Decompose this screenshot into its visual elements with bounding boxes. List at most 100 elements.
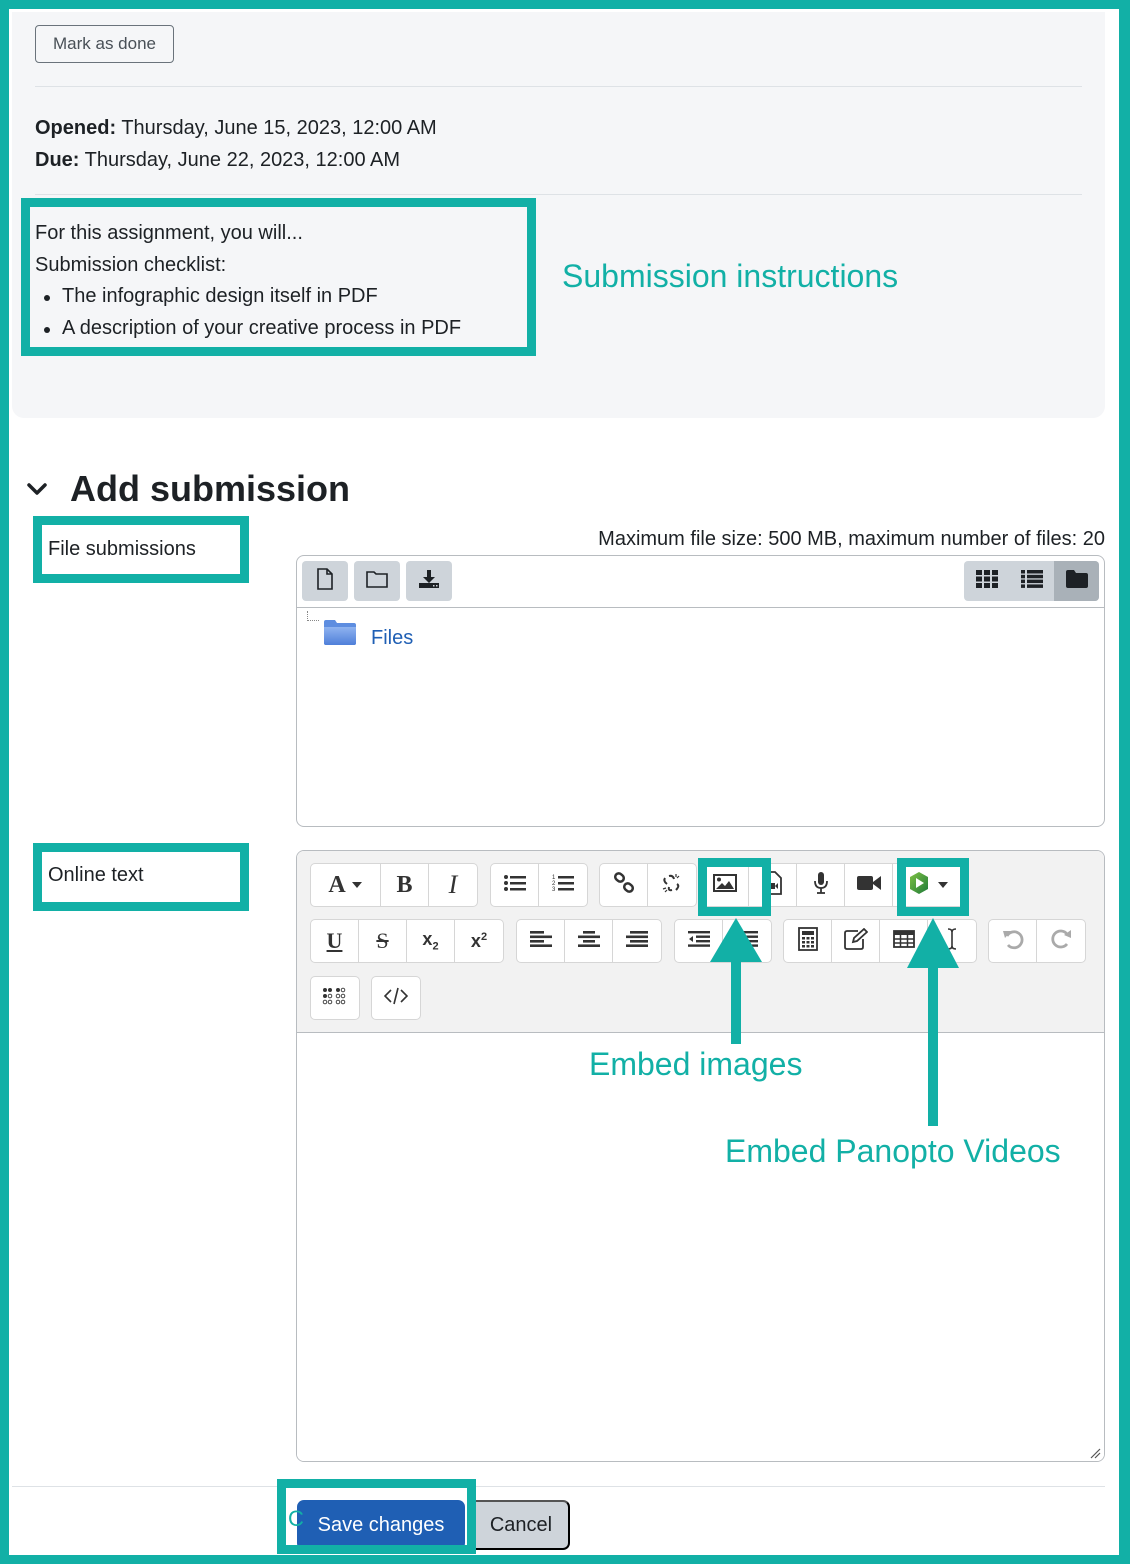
- tree-view-button[interactable]: [1054, 561, 1099, 601]
- record-video-button[interactable]: [845, 864, 893, 906]
- annotation-embed-images: Embed images: [589, 1046, 803, 1082]
- toolbar-group-accessibility: [310, 976, 360, 1020]
- checklist: The infographic design itself in PDF A d…: [35, 281, 461, 344]
- assignment-intro: For this assignment, you will... Submiss…: [35, 218, 461, 344]
- intro-text: For this assignment, you will...: [35, 222, 303, 244]
- create-folder-icon: [366, 570, 388, 593]
- align-center-icon: [577, 930, 600, 952]
- insert-media-button[interactable]: [749, 864, 797, 906]
- toolbar-group-align: [516, 919, 662, 963]
- divider: [35, 194, 1082, 195]
- bold-button[interactable]: B: [381, 864, 429, 906]
- add-submission-header: Add submission: [26, 468, 350, 510]
- manage-files-button[interactable]: [832, 920, 880, 962]
- align-right-icon: [626, 930, 648, 952]
- file-manager-toolbar: [297, 556, 1104, 608]
- list-view-button[interactable]: [1009, 561, 1054, 601]
- align-left-icon: [529, 930, 552, 952]
- annotation-embed-panopto: Embed Panopto Videos: [725, 1133, 1061, 1169]
- superscript-button[interactable]: x2: [455, 920, 503, 962]
- annotation-submission-instructions: Submission instructions: [562, 258, 899, 294]
- add-file-button[interactable]: [302, 561, 348, 601]
- edit-icon: [843, 927, 868, 955]
- font-style-icon: A: [328, 871, 346, 898]
- underline-button[interactable]: U: [311, 920, 359, 962]
- folder-files[interactable]: Files: [323, 618, 413, 652]
- arrow-embed-panopto: [907, 918, 959, 1126]
- image-icon: [712, 873, 737, 897]
- download-icon: [418, 569, 440, 594]
- toolbar-group-media: [700, 863, 964, 907]
- mark-as-done-button[interactable]: Mark as done: [35, 25, 174, 63]
- checklist-item: A description of your creative process i…: [35, 313, 461, 345]
- microphone-icon: [813, 871, 829, 900]
- divider: [35, 86, 1082, 87]
- opened-date: Opened: Thursday, June 15, 2023, 12:00 A…: [35, 117, 437, 139]
- strikethrough-icon: S: [376, 928, 389, 953]
- file-submissions-label: File submissions: [48, 538, 196, 560]
- unordered-list-button[interactable]: [491, 864, 539, 906]
- record-audio-button[interactable]: [797, 864, 845, 906]
- unlink-icon: [661, 872, 683, 899]
- activity-dates: Opened: Thursday, June 15, 2023, 12:00 A…: [35, 112, 437, 176]
- ordered-list-button[interactable]: 123: [539, 864, 587, 906]
- view-mode-switcher: [964, 561, 1099, 601]
- superscript-icon: x2: [470, 930, 488, 951]
- activity-info-card: [12, 12, 1105, 418]
- undo-button[interactable]: [989, 920, 1037, 962]
- grid-view-button[interactable]: [964, 561, 1009, 601]
- toolbar-group-source: [371, 976, 421, 1020]
- toolbar-group-lists: 123: [490, 863, 588, 907]
- add-file-icon: [316, 567, 334, 595]
- editor-toolbar: A B I 123 U S x2 x2: [297, 851, 1104, 1033]
- chevron-down-icon[interactable]: [26, 478, 48, 500]
- toolbar-group-style: A B I: [310, 863, 478, 907]
- undo-icon: [1002, 928, 1024, 955]
- checklist-title: Submission checklist:: [35, 253, 227, 276]
- panopto-icon: [907, 871, 931, 900]
- footer-divider: [12, 1486, 1105, 1487]
- align-left-button[interactable]: [517, 920, 565, 962]
- section-title: Add submission: [70, 468, 351, 509]
- underline-icon: U: [326, 928, 343, 953]
- italic-button[interactable]: I: [429, 864, 477, 906]
- braille-icon: [322, 987, 348, 1010]
- highlight-frame-top: [0, 0, 1130, 4]
- grid-view-icon: [975, 569, 998, 593]
- equation-button[interactable]: [784, 920, 832, 962]
- folder-name[interactable]: Files: [371, 627, 413, 650]
- unlink-button[interactable]: [648, 864, 696, 906]
- online-text-label: Online text: [48, 864, 144, 886]
- unordered-list-icon: [503, 874, 526, 896]
- html-source-button[interactable]: [372, 977, 420, 1019]
- link-button[interactable]: [600, 864, 648, 906]
- accessibility-checker-button[interactable]: [311, 977, 359, 1019]
- svg-text:3: 3: [552, 887, 556, 892]
- panopto-button[interactable]: [893, 864, 963, 906]
- media-file-icon: [763, 870, 783, 900]
- font-style-button[interactable]: A: [311, 864, 381, 906]
- resize-handle[interactable]: [1089, 1446, 1101, 1459]
- file-limits-text: Maximum file size: 500 MB, maximum numbe…: [598, 528, 1105, 550]
- online-text-input[interactable]: [297, 1034, 1104, 1461]
- toolbar-group-links: [599, 863, 697, 907]
- download-all-button[interactable]: [406, 561, 452, 601]
- redo-icon: [1050, 928, 1072, 955]
- subscript-button[interactable]: x2: [407, 920, 455, 962]
- create-folder-button[interactable]: [354, 561, 400, 601]
- align-right-button[interactable]: [613, 920, 661, 962]
- align-center-button[interactable]: [565, 920, 613, 962]
- file-manager: Files: [296, 555, 1105, 827]
- annotation-stray-char: C: [288, 1506, 304, 1531]
- redo-button[interactable]: [1037, 920, 1085, 962]
- insert-image-button[interactable]: [701, 864, 749, 906]
- tree-connector: [307, 611, 319, 621]
- bold-icon: B: [396, 871, 413, 898]
- link-icon: [613, 871, 635, 899]
- toolbar-group-history: [988, 919, 1086, 963]
- strikethrough-button[interactable]: S: [359, 920, 407, 962]
- folder-icon: [323, 618, 357, 652]
- toolbar-group-format: U S x2 x2: [310, 919, 504, 963]
- cancel-button[interactable]: Cancel: [472, 1500, 570, 1550]
- save-changes-button[interactable]: Save changes: [297, 1500, 465, 1550]
